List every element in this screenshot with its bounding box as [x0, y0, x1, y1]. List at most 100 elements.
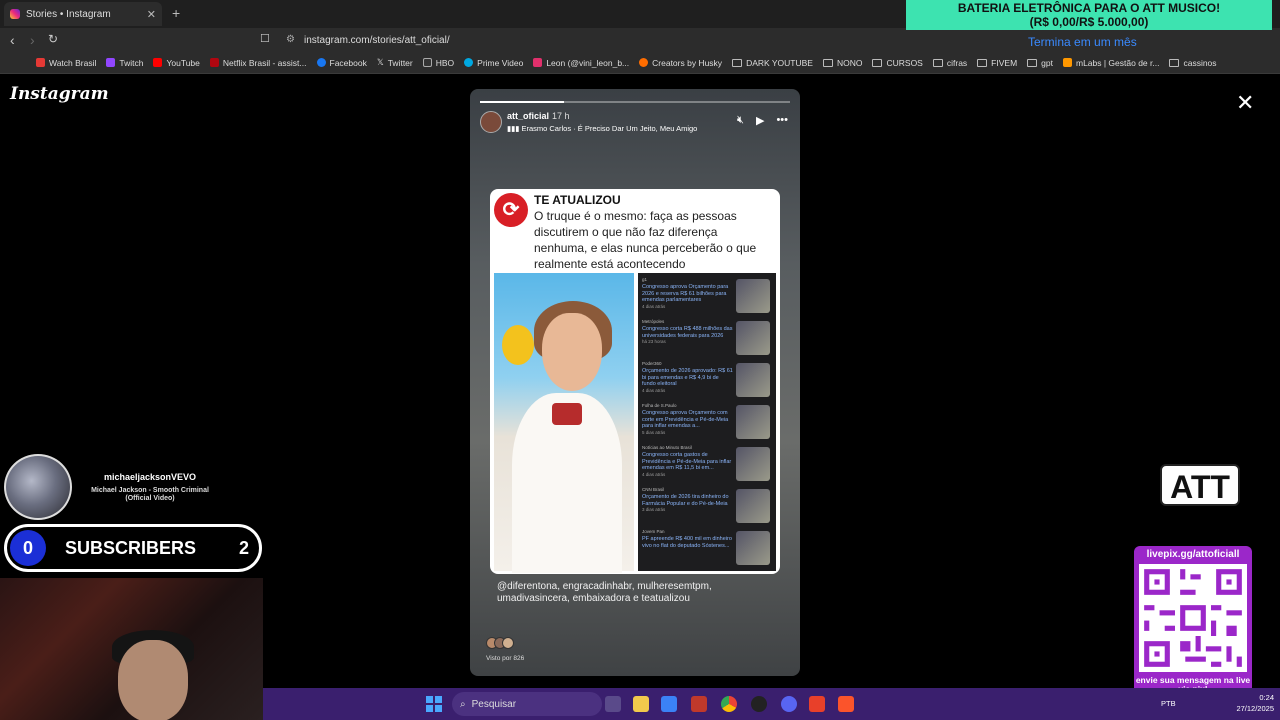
folder-icon [822, 58, 833, 67]
close-tab-icon[interactable]: ✕ [147, 8, 156, 21]
story-mentions[interactable]: @diferentona, engracadinhabr, mulheresem… [497, 581, 787, 605]
now-playing-widget: michaeljacksonVEVO Michael Jackson - Smo… [2, 454, 212, 520]
mute-icon[interactable]: 🔇︎ [737, 114, 744, 127]
youtube-icon [153, 58, 163, 67]
discord-icon[interactable] [781, 696, 797, 712]
bookmark-youtube[interactable]: YouTube [153, 58, 200, 68]
livepix-widget: livepix.gg/attoficiall envie sua mensage… [1134, 546, 1252, 700]
bookmark-folder-dark-youtube[interactable]: DARK YOUTUBE [732, 58, 813, 68]
news-item: Jovem Pan PF apreende R$ 400 mil em dinhe… [642, 529, 772, 571]
news-item: Poder360 Orçamento de 2026 aprovado: R$ 6… [642, 361, 772, 403]
tab-title: Stories • Instagram [26, 8, 111, 20]
clock-date: 27/12/2025 [1236, 704, 1274, 713]
bookmark-folder-cursos[interactable]: CURSOS [872, 58, 923, 68]
url-field[interactable]: ⚙ instagram.com/stories/att_oficial/ [280, 31, 900, 49]
story-viewer[interactable]: att_oficial 17 h ▮▮▮ Erasmo Carlos · É P… [470, 89, 800, 676]
netflix-icon [209, 58, 219, 67]
story-music[interactable]: ▮▮▮ Erasmo Carlos · É Preciso Dar Um Jei… [507, 124, 697, 133]
close-story-icon[interactable]: ✕ [1236, 90, 1254, 116]
story-post-card: ⟳ TE ATUALIZOU O truque é o mesmo: faça … [490, 189, 780, 574]
mlabs-icon [1062, 58, 1072, 67]
streamer-face [118, 640, 188, 720]
back-icon[interactable]: ‹ [10, 32, 15, 48]
bookmark-prime-video[interactable]: Prime Video [464, 58, 523, 68]
qr-code [1139, 564, 1247, 672]
chrome-icon[interactable] [721, 696, 737, 712]
bookmark-twitter[interactable]: 𝕏 Twitter [377, 57, 413, 68]
donation-goal-ends: Termina em um mês [1028, 35, 1137, 49]
folder-icon [732, 58, 743, 67]
bookmark-mlabs[interactable]: mLabs | Gestão de r... [1062, 58, 1159, 68]
now-playing-channel: michaeljacksonVEVO [103, 472, 197, 482]
streaming-app-icon[interactable] [809, 696, 825, 712]
bookmark-twitch[interactable]: Twitch [106, 58, 143, 68]
bookmark-folder-cifras[interactable]: cifras [932, 58, 967, 68]
site-info-icon[interactable]: ⚙ [286, 34, 295, 45]
search-icon: ⌕ [460, 698, 466, 710]
bookmark-watch-brasil[interactable]: Watch Brasil [36, 58, 96, 68]
bookmarks-bar: Watch Brasil Twitch YouTube Netflix Bras… [0, 52, 1280, 74]
att-mascot-logo: ATT [1160, 464, 1240, 506]
tab-instagram-stories[interactable]: Stories • Instagram ✕ [4, 2, 162, 26]
te-atualizou-logo-icon: ⟳ [494, 193, 528, 227]
news-thumbnail [736, 531, 770, 565]
keyboard-language[interactable]: PTB [1161, 699, 1176, 708]
card-text: O truque é o mesmo: faça as pessoas disc… [534, 209, 757, 271]
forward-icon[interactable]: › [30, 32, 35, 48]
bookmark-folder-nono[interactable]: NONO [822, 58, 862, 68]
hbo-icon [422, 58, 432, 67]
file-explorer-icon[interactable] [633, 696, 649, 712]
twitch-icon [106, 58, 116, 67]
story-avatar[interactable] [480, 111, 502, 133]
prime-video-icon [464, 58, 474, 67]
obs-icon[interactable] [751, 696, 767, 712]
subscriber-label: SUBSCRIBERS [65, 538, 197, 558]
bookmark-folder-fivem[interactable]: FIVEM [977, 58, 1017, 68]
x-logo-icon: 𝕏 [376, 57, 384, 67]
donation-goal-amount: (R$ 0,00/R$ 5.000,00) [1029, 15, 1149, 29]
windows-start-icon[interactable] [426, 696, 442, 712]
bookmark-netflix[interactable]: Netflix Brasil - assist... [209, 58, 307, 68]
bookmark-leon[interactable]: Leon (@vini_leon_b... [533, 58, 629, 68]
viewer-avatar [502, 637, 514, 649]
seen-by-count[interactable]: Visto por 826 [486, 655, 524, 662]
taskbar-search[interactable]: ⌕ Pesquisar [452, 692, 602, 716]
bookmark-facebook[interactable]: Facebook [316, 58, 367, 68]
news-thumbnail [736, 405, 770, 439]
play-icon[interactable]: ▶ [756, 114, 764, 127]
bookmark-folder-cassinos[interactable]: cassinos [1169, 58, 1217, 68]
news-thumbnail [736, 321, 770, 355]
folder-icon [1027, 58, 1038, 67]
app-icon[interactable] [691, 696, 707, 712]
viewer-avatars[interactable] [486, 637, 514, 649]
bookmark-folder-gpt[interactable]: gpt [1027, 58, 1053, 68]
taskbar: ⌕ Pesquisar PTB 0:24 27/12/2025 [263, 688, 1280, 720]
task-view-icon[interactable] [605, 696, 621, 712]
reload-icon[interactable]: ↻ [48, 32, 58, 46]
instagram-logo[interactable]: Instagram [10, 84, 109, 104]
webcam-feed [0, 578, 263, 720]
news-item: g1 Congresso aprova Orçamento para 2026 e… [642, 277, 772, 319]
store-icon[interactable] [661, 696, 677, 712]
taskbar-search-placeholder: Pesquisar [471, 698, 517, 710]
folder-icon [932, 58, 943, 67]
facebook-icon [316, 58, 326, 67]
brave-icon[interactable] [838, 696, 854, 712]
system-clock[interactable]: 0:24 27/12/2025 [1236, 692, 1274, 714]
instagram-icon [533, 58, 543, 67]
face [542, 313, 602, 391]
news-list: g1 Congresso aprova Orçamento para 2026 e… [638, 273, 776, 571]
more-options-icon[interactable]: ••• [776, 114, 788, 127]
news-thumbnail [736, 489, 770, 523]
instagram-favicon-icon [10, 9, 20, 19]
bookmark-icon[interactable]: ☐ [260, 32, 270, 45]
url-text: instagram.com/stories/att_oficial/ [304, 34, 450, 46]
news-item: Notícias ao Minuto Brasil Congresso corta… [642, 445, 772, 487]
card-brand: TE ATUALIZOU [534, 193, 621, 207]
now-playing-avatar [4, 454, 72, 520]
story-username[interactable]: att_oficial [507, 111, 549, 121]
subscriber-count: 0 [10, 530, 46, 566]
new-tab-button[interactable]: + [172, 5, 180, 21]
bookmark-creators-by-husky[interactable]: Creators by Husky [639, 58, 722, 68]
bookmark-hbo[interactable]: HBO [422, 58, 454, 68]
